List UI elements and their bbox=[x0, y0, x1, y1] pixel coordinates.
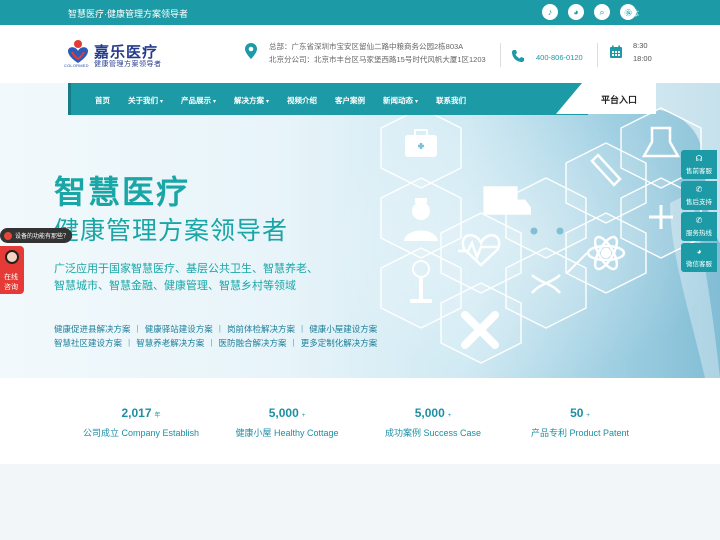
presales-service-button[interactable]: ☊ 售前客服 bbox=[681, 150, 717, 179]
stat-label: 成功案例 Success Case bbox=[384, 428, 482, 438]
chevron-down-icon: ▾ bbox=[266, 99, 270, 105]
wechat-icon[interactable]: ◕ bbox=[568, 4, 584, 20]
hero-description-line1: 广泛应用于国家智慧医疗、基层公共卫生、智慧养老、 bbox=[54, 263, 318, 275]
solution-link[interactable]: 医防融合解决方案 bbox=[218, 337, 286, 349]
solutions-row-1: 健康促进县解决方案 | 健康驿站建设方案 | 岗前体检解决方案 | 健康小屋建设方案 bbox=[54, 323, 378, 335]
top-tagline: 智慧医疗·健康管理方案领导者 bbox=[68, 9, 188, 19]
stat-value: 5,000 bbox=[414, 406, 445, 420]
stats-section: 2,017 年 公司成立 Company Establish 5,000 + 健康小… bbox=[0, 378, 720, 464]
address-branch: 北京分公司：北京市丰台区马家堡西路15号时代风帆大厦1区1203 bbox=[269, 55, 486, 64]
hero-title: 智慧医疗 bbox=[54, 174, 191, 210]
stat-label: 公司成立 Company Establish bbox=[82, 428, 200, 438]
stat-item: 50 + 产品专利 Product Patent bbox=[505, 404, 655, 439]
chat-popup-bubble[interactable]: 设备的功能有那些？ bbox=[0, 228, 72, 243]
nav-item-solutions[interactable]: 解决方案 ▾ bbox=[234, 95, 269, 106]
consult-label-line1: 在线 bbox=[4, 274, 18, 281]
chevron-down-icon: ▾ bbox=[415, 99, 419, 105]
nav-item-home[interactable]: 首页 bbox=[95, 95, 110, 106]
wechat-service-button[interactable]: ◕ 微信客服 bbox=[681, 243, 717, 272]
platform-entry-label: 平台入口 bbox=[601, 95, 638, 105]
hotline-number[interactable]: 400-806-0120 bbox=[536, 53, 583, 62]
agent-avatar bbox=[5, 250, 19, 264]
hours-end: 18:00 bbox=[633, 54, 652, 63]
top-bar: 智慧医疗·健康管理方案领导者 ♪ ◕ ⌕ ◉ 繁体 bbox=[0, 0, 720, 25]
location-pin-icon bbox=[245, 43, 257, 59]
nav-item-cases[interactable]: 客户案例 bbox=[335, 95, 365, 106]
solution-link[interactable]: 智慧养老解决方案 bbox=[136, 337, 204, 349]
nav-item-videos[interactable]: 视频介绍 bbox=[287, 95, 317, 106]
headset-icon: ☊ bbox=[695, 153, 703, 163]
calendar-icon bbox=[610, 45, 622, 58]
chat-dot-icon bbox=[4, 231, 12, 240]
stat-item: 2,017 年 公司成立 Company Establish bbox=[66, 404, 216, 439]
phone-icon: ✆ bbox=[695, 215, 703, 225]
nav-item-news[interactable]: 新闻动态 ▾ bbox=[383, 95, 418, 106]
solution-link[interactable]: 健康小屋建设方案 bbox=[309, 323, 377, 335]
phone-icon bbox=[512, 50, 524, 62]
chevron-down-icon: ▾ bbox=[160, 99, 164, 105]
nav-item-about[interactable]: 关于我们 ▾ bbox=[128, 95, 163, 106]
solution-link[interactable]: 更多定制化解决方案 bbox=[301, 337, 378, 349]
stat-value: 5,000 bbox=[268, 406, 299, 420]
side-service-panel: ☊ 售前客服 ✆ 售后支持 ✆ 服务热线 ◕ 微信客服 bbox=[681, 150, 717, 274]
solution-link[interactable]: 健康驿站建设方案 bbox=[145, 323, 213, 335]
stat-suffix: 年 bbox=[154, 413, 161, 419]
stat-suffix: + bbox=[447, 413, 452, 419]
top-icons: ♪ ◕ ⌕ ◉ bbox=[542, 4, 636, 20]
solutions-row-2: 智慧社区建设方案 | 智慧养老解决方案 | 医防融合解决方案 | 更多定制化解决方案 bbox=[54, 337, 378, 349]
hero-subtitle: 健康管理方案领导者 bbox=[54, 217, 289, 245]
consult-label-line2: 咨询 bbox=[4, 284, 18, 291]
solution-link[interactable]: 岗前体检解决方案 bbox=[227, 323, 295, 335]
online-consult-button[interactable]: 在线 咨询 bbox=[0, 246, 24, 294]
stat-value: 50 bbox=[570, 406, 584, 420]
divider bbox=[500, 43, 501, 67]
stat-item: 5,000 + 健康小屋 Healthy Cottage bbox=[212, 404, 362, 439]
stat-suffix: + bbox=[301, 413, 306, 419]
divider bbox=[597, 43, 598, 67]
wechat-icon: ◕ bbox=[696, 246, 702, 256]
address-main: 总部：广东省深圳市宝安区留仙二路中粮商务公园2栋803A bbox=[269, 42, 464, 51]
chevron-down-icon: ▾ bbox=[213, 99, 217, 105]
stat-item: 5,000 + 成功案例 Success Case bbox=[358, 404, 508, 439]
site-header: COLORMED 嘉乐医疗 健康管理方案领导者 总部：广东省深圳市宝安区留仙二路… bbox=[0, 25, 720, 83]
stat-label: 健康小屋 Healthy Cottage bbox=[235, 428, 339, 438]
service-hotline-button[interactable]: ✆ 服务热线 bbox=[681, 212, 717, 241]
search-icon[interactable]: ⌕ bbox=[594, 4, 610, 20]
solution-link[interactable]: 健康促进县解决方案 bbox=[54, 323, 131, 335]
logo-subtext: COLORMED bbox=[64, 63, 89, 68]
nav-item-products[interactable]: 产品展示 ▾ bbox=[181, 95, 216, 106]
hours-start: 8:30 bbox=[633, 41, 648, 50]
page-background bbox=[0, 464, 720, 540]
stat-suffix: + bbox=[586, 413, 590, 419]
bell-icon[interactable]: ♪ bbox=[542, 4, 558, 20]
aftersales-support-button[interactable]: ✆ 售后支持 bbox=[681, 181, 717, 210]
chat-popup-text: 设备的功能有那些？ bbox=[15, 234, 70, 240]
stat-value: 2,017 bbox=[121, 406, 152, 420]
logo-slogan: 健康管理方案领导者 bbox=[94, 61, 162, 68]
language-switch[interactable]: 繁体 bbox=[623, 8, 639, 19]
stat-label: 产品专利 Product Patent bbox=[530, 428, 630, 438]
solution-link[interactable]: 智慧社区建设方案 bbox=[54, 337, 122, 349]
logo-heart-icon[interactable] bbox=[66, 39, 90, 65]
hero-description-line2: 智慧城市、智慧金融、健康管理、智慧乡村等领域 bbox=[54, 280, 296, 292]
nav-item-contact[interactable]: 联系我们 bbox=[436, 95, 466, 106]
phone-icon: ✆ bbox=[695, 184, 703, 194]
hero-banner: 首页 关于我们 ▾ 产品展示 ▾ 解决方案 ▾ 视频介绍 客户案例 新闻动态 ▾ 联系我… bbox=[0, 83, 720, 378]
main-nav: 首页 关于我们 ▾ 产品展示 ▾ 解决方案 ▾ 视频介绍 客户案例 新闻动态 ▾ 联系我… bbox=[68, 83, 588, 115]
